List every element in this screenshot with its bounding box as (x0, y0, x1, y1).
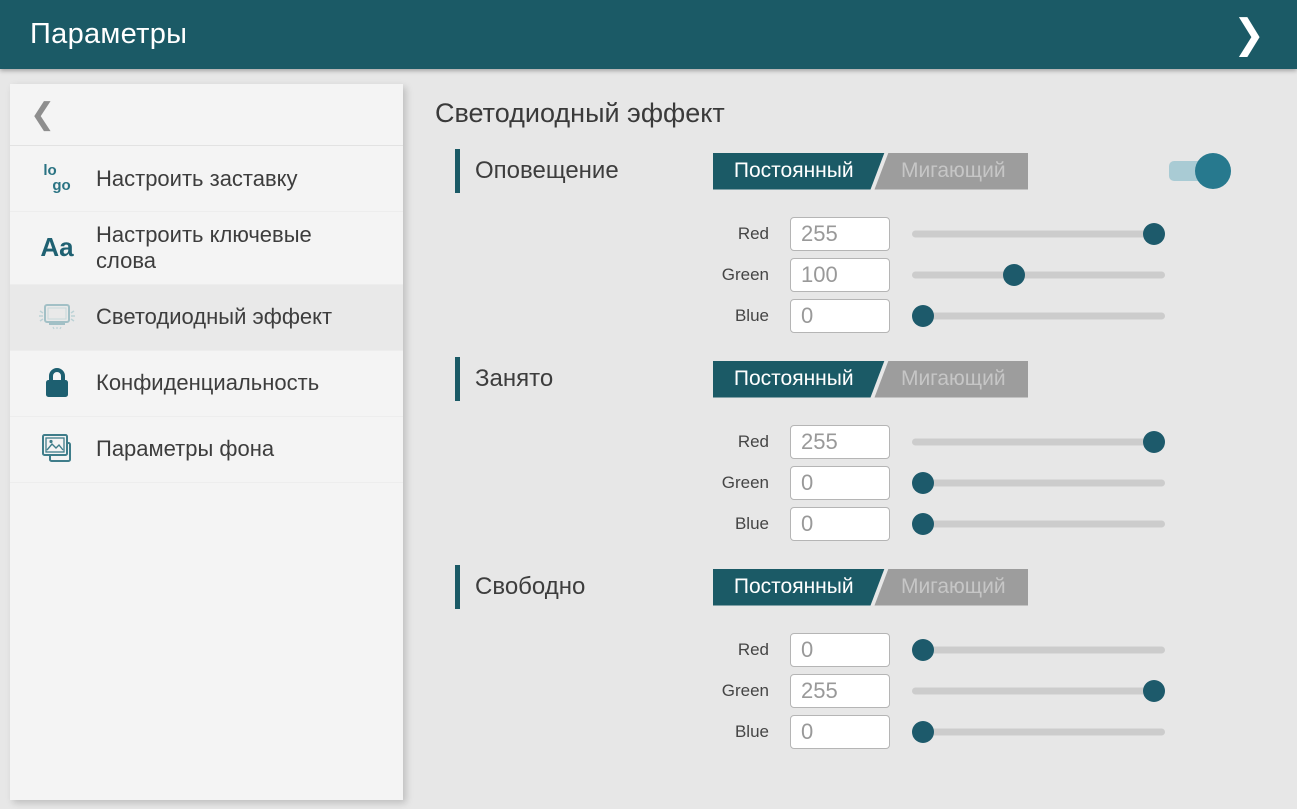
green-slider[interactable] (912, 263, 1165, 287)
channel-row-blue: Blue (435, 295, 1297, 336)
notification-enabled-switch[interactable] (1169, 160, 1219, 182)
red-value-input[interactable] (790, 633, 890, 667)
channel-label: Blue (435, 514, 790, 534)
channel-row-red: Red (435, 629, 1297, 670)
channel-row-red: Red (435, 213, 1297, 254)
sidebar-item-label: Конфиденциальность (96, 370, 319, 396)
slider-thumb[interactable] (912, 472, 934, 494)
section-title: Свободно (475, 573, 713, 601)
slider-track (912, 520, 1165, 527)
sidebar-back-button[interactable]: ❮ (10, 84, 403, 146)
lock-icon (34, 366, 80, 400)
channel-label: Blue (435, 722, 790, 742)
channel-label: Blue (435, 306, 790, 326)
blue-slider[interactable] (912, 720, 1165, 744)
channel-label: Red (435, 432, 790, 452)
section-accent-bar (455, 357, 460, 401)
panel-title: Светодиодный эффект (435, 98, 1297, 129)
green-value-input[interactable] (790, 466, 890, 500)
channel-row-green: Green (435, 462, 1297, 503)
slider-thumb[interactable] (1003, 264, 1025, 286)
sidebar-item-keywords[interactable]: Aa Настроить ключевые слова (10, 212, 403, 285)
sidebar-item-splash-screen[interactable]: logo Настроить заставку (10, 146, 403, 212)
channel-label: Red (435, 640, 790, 660)
red-value-input[interactable] (790, 425, 890, 459)
mode-toggle-notification: Постоянный Мигающий (713, 153, 1028, 190)
channel-row-blue: Blue (435, 503, 1297, 544)
channel-row-red: Red (435, 421, 1297, 462)
settings-app: Параметры ❯ ❮ logo Настроить заставку Aa… (0, 0, 1297, 809)
blue-value-input[interactable] (790, 507, 890, 541)
mode-option-constant[interactable]: Постоянный (713, 153, 885, 190)
mode-option-constant[interactable]: Постоянный (713, 361, 885, 398)
display-icon (34, 301, 80, 333)
section-free: Свободно Постоянный Мигающий Red Green (435, 565, 1297, 752)
slider-track (912, 687, 1165, 694)
blue-value-input[interactable] (790, 715, 890, 749)
red-slider[interactable] (912, 430, 1165, 454)
sidebar-item-privacy[interactable]: Конфиденциальность (10, 351, 403, 417)
red-value-input[interactable] (790, 217, 890, 251)
sidebar: ❮ logo Настроить заставку Aa Настроить к… (10, 84, 403, 800)
section-accent-bar (455, 565, 460, 609)
slider-track (912, 271, 1165, 278)
section-title: Занято (475, 365, 713, 393)
mode-option-constant[interactable]: Постоянный (713, 569, 885, 606)
blue-slider[interactable] (912, 304, 1165, 328)
blue-slider[interactable] (912, 512, 1165, 536)
channel-label: Red (435, 224, 790, 244)
slider-track (912, 438, 1165, 445)
slider-track (912, 312, 1165, 319)
slider-track (912, 230, 1165, 237)
slider-thumb[interactable] (912, 513, 934, 535)
mode-toggle-busy: Постоянный Мигающий (713, 361, 1028, 398)
slider-thumb[interactable] (1143, 680, 1165, 702)
channel-label: Green (435, 681, 790, 701)
slider-track (912, 479, 1165, 486)
app-header: Параметры ❯ (0, 0, 1297, 69)
images-icon (34, 432, 80, 466)
green-slider[interactable] (912, 471, 1165, 495)
channel-label: Green (435, 473, 790, 493)
slider-thumb[interactable] (1143, 223, 1165, 245)
slider-track (912, 646, 1165, 653)
slider-track (912, 728, 1165, 735)
mode-option-blinking[interactable]: Мигающий (871, 569, 1029, 606)
page-title: Параметры (30, 18, 187, 51)
sidebar-item-label: Настроить ключевые слова (96, 222, 351, 274)
slider-thumb[interactable] (912, 305, 934, 327)
back-chevron-icon: ❮ (30, 100, 55, 130)
section-busy: Занято Постоянный Мигающий Red Green (435, 357, 1297, 544)
led-effect-panel: Светодиодный эффект Оповещение Постоянны… (435, 84, 1297, 809)
sidebar-item-background[interactable]: Параметры фона (10, 417, 403, 483)
sidebar-item-label: Светодиодный эффект (96, 304, 332, 330)
channel-label: Green (435, 265, 790, 285)
section-accent-bar (455, 149, 460, 193)
mode-toggle-free: Постоянный Мигающий (713, 569, 1028, 606)
red-slider[interactable] (912, 638, 1165, 662)
slider-thumb[interactable] (1143, 431, 1165, 453)
mode-option-blinking[interactable]: Мигающий (871, 361, 1029, 398)
red-slider[interactable] (912, 222, 1165, 246)
forward-chevron-icon[interactable]: ❯ (1225, 15, 1273, 55)
channel-row-blue: Blue (435, 711, 1297, 752)
logo-icon: logo (34, 164, 80, 193)
section-notification: Оповещение Постоянный Мигающий Red (435, 149, 1297, 336)
sidebar-item-label: Настроить заставку (96, 166, 298, 192)
slider-thumb[interactable] (912, 639, 934, 661)
letters-icon: Aa (34, 232, 80, 263)
sidebar-item-label: Параметры фона (96, 436, 274, 462)
section-title: Оповещение (475, 157, 713, 185)
switch-thumb (1195, 153, 1231, 189)
green-value-input[interactable] (790, 258, 890, 292)
green-value-input[interactable] (790, 674, 890, 708)
blue-value-input[interactable] (790, 299, 890, 333)
mode-option-blinking[interactable]: Мигающий (871, 153, 1029, 190)
channel-row-green: Green (435, 254, 1297, 295)
green-slider[interactable] (912, 679, 1165, 703)
slider-thumb[interactable] (912, 721, 934, 743)
channel-row-green: Green (435, 670, 1297, 711)
sidebar-item-led-effect[interactable]: Светодиодный эффект (10, 285, 403, 351)
